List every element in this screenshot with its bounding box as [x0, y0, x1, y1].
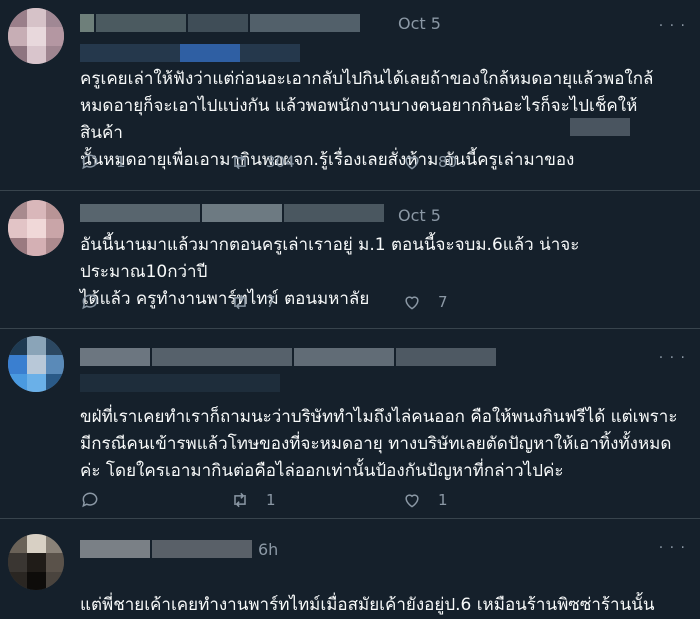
reply-button[interactable]: [80, 490, 116, 510]
redacted-text: [570, 118, 630, 136]
avatar[interactable]: [8, 336, 64, 392]
tweet-actions: 7 7: [80, 292, 480, 316]
like-count: 80: [438, 153, 458, 171]
reply-icon: [82, 492, 98, 508]
tweet-actions: 1 304 80: [80, 152, 480, 176]
tweet[interactable]: ขฝ่ที่เราเคยทำเราก็ถามนะว่าบริษัททำไมถึง…: [0, 330, 700, 519]
retweet-button[interactable]: 7: [230, 292, 276, 312]
avatar[interactable]: [8, 534, 64, 590]
like-button[interactable]: 80: [402, 152, 457, 172]
tweet-text: ขฝ่ที่เราเคยทำเราก็ถามนะว่าบริษัททำไมถึง…: [80, 407, 678, 481]
handle-redacted: [80, 374, 280, 392]
tweet[interactable]: 6h · · · แต่พี่ชายเค้าเคยทำงานพาร์ทไทม์เ…: [0, 520, 700, 615]
heart-icon: [405, 156, 419, 170]
retweet-count: 1: [266, 491, 276, 509]
heart-icon: [405, 494, 419, 508]
display-name-redacted[interactable]: [80, 14, 380, 34]
reply-button[interactable]: 1: [80, 152, 126, 172]
retweet-count: 7: [266, 293, 276, 311]
like-count: 7: [438, 293, 448, 311]
tweet-date[interactable]: 6h: [258, 540, 278, 559]
more-icon[interactable]: · · ·: [659, 18, 686, 34]
reply-button[interactable]: [80, 292, 116, 312]
tweet-text: แต่พี่ชายเค้าเคยทำงานพาร์ทไทม์เมื่อสมัยเ…: [80, 595, 655, 615]
retweet-icon: [234, 492, 246, 508]
like-count: 1: [438, 491, 448, 509]
display-name-redacted[interactable]: [80, 540, 260, 560]
tweet[interactable]: Oct 5 ครูเคยเล่าให้ฟังว่าแต่ก่อนอะเอากลั…: [0, 0, 700, 191]
tweet-actions: 1 1: [80, 490, 480, 514]
retweet-icon: [234, 294, 246, 310]
tweet[interactable]: Oct 5 อันนี้นานมาแล้วมากตอนครูเล่าเราอยู…: [0, 192, 700, 329]
reply-icon: [82, 294, 98, 310]
more-icon[interactable]: · · ·: [659, 540, 686, 556]
avatar[interactable]: [8, 8, 64, 64]
heart-icon: [405, 296, 419, 310]
display-name-redacted[interactable]: [80, 204, 390, 224]
retweet-button[interactable]: 1: [230, 490, 276, 510]
like-button[interactable]: 7: [402, 292, 448, 312]
retweet-count: 304: [266, 153, 295, 171]
tweet-date[interactable]: Oct 5: [398, 14, 441, 33]
display-name-redacted[interactable]: [80, 348, 500, 368]
reply-icon: [82, 154, 98, 170]
reply-count: 1: [116, 153, 126, 171]
avatar[interactable]: [8, 200, 64, 256]
like-button[interactable]: 1: [402, 490, 448, 510]
tweet-date[interactable]: Oct 5: [398, 206, 441, 225]
more-icon[interactable]: · · ·: [659, 350, 686, 366]
retweet-icon: [234, 154, 246, 170]
retweet-button[interactable]: 304: [230, 152, 295, 172]
